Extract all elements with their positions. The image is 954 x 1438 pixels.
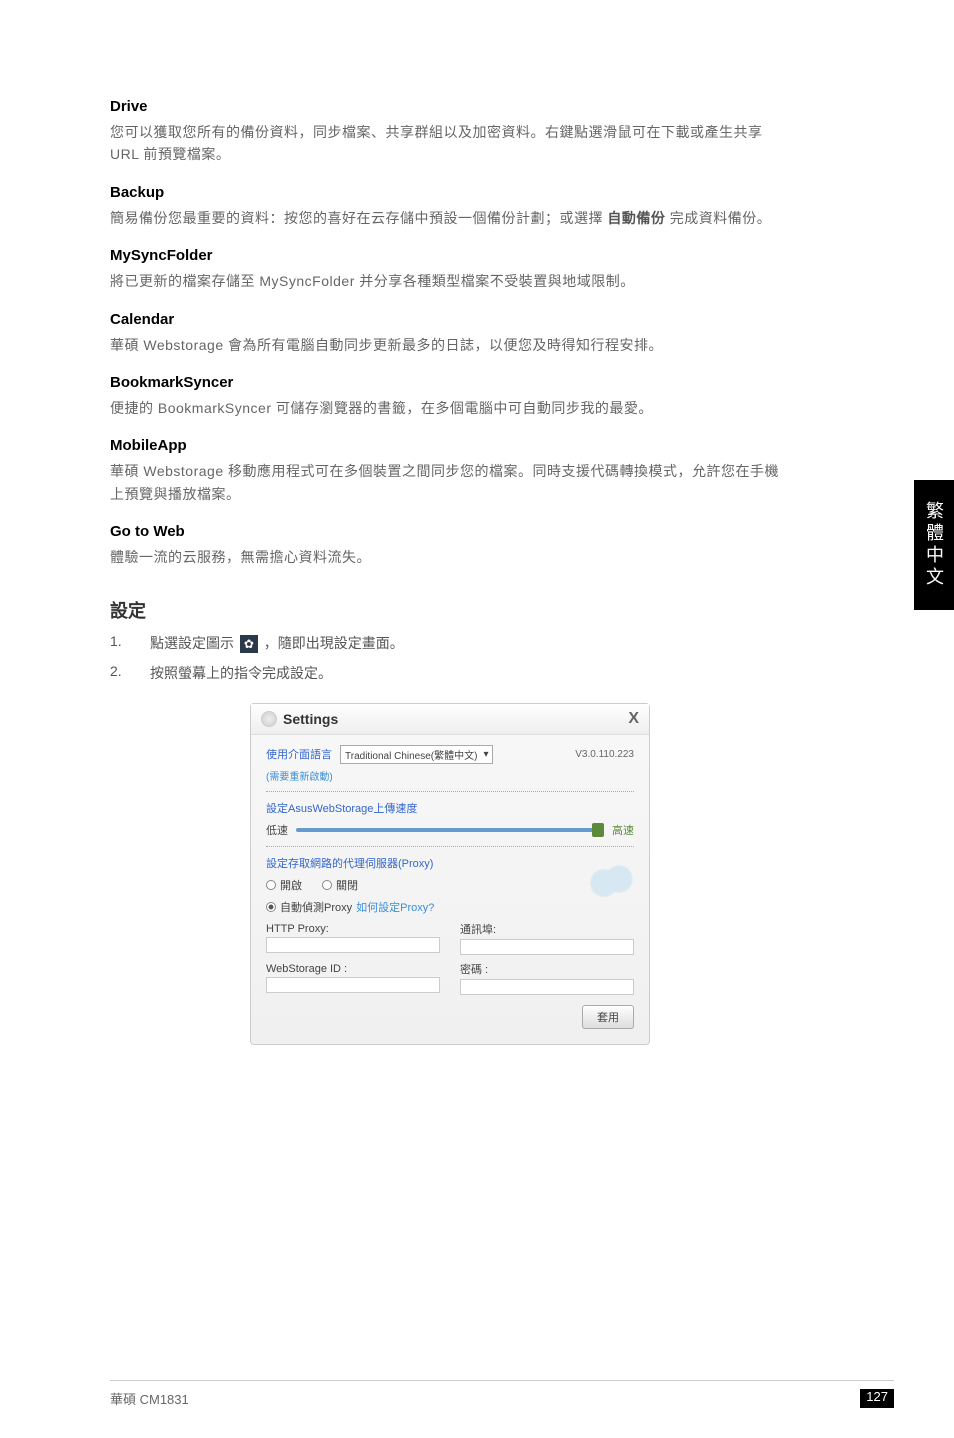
radio-open-label: 開啟: [280, 877, 302, 893]
radio-close-label: 關閉: [336, 877, 358, 893]
close-button[interactable]: X: [628, 710, 639, 728]
footer-left: 華碩 CM1831: [110, 1389, 189, 1408]
radio-icon: [322, 880, 332, 890]
language-side-tab: 繁體中文: [914, 480, 954, 610]
settings-heading: 設定: [110, 597, 790, 623]
webstorage-id-input[interactable]: [266, 977, 440, 993]
step-1: 點選設定圖示 ✿ ，隨即出現設定畫面。: [110, 633, 790, 653]
radio-icon: [266, 902, 276, 912]
proxy-help-link[interactable]: 如何設定Proxy?: [356, 899, 434, 915]
mobileapp-text: 華碩 Webstorage 移動應用程式可在多個裝置之間同步您的檔案。同時支援代…: [110, 460, 790, 505]
page-footer: 華碩 CM1831 127: [110, 1380, 894, 1408]
backup-text-part1: 簡易備份您最重要的資料：按您的喜好在云存儲中預設一個備份計劃；或選擇: [110, 210, 607, 226]
dialog-header: Settings X: [251, 704, 649, 735]
step-1-part2: ，隨即出現設定畫面。: [264, 635, 404, 651]
gotoweb-heading: Go to Web: [110, 523, 790, 540]
lang-value: Traditional Chinese(繁體中文): [345, 747, 477, 762]
drive-heading: Drive: [110, 98, 790, 115]
radio-auto-label: 自動偵測Proxy: [280, 899, 352, 915]
divider: [266, 791, 634, 792]
bookmarksyncer-heading: BookmarkSyncer: [110, 374, 790, 391]
slider-handle[interactable]: [592, 823, 604, 837]
divider: [266, 846, 634, 847]
backup-text-part2: 完成資料備份。: [665, 210, 771, 226]
upload-speed-label: 設定AsusWebStorage上傳速度: [266, 800, 634, 816]
port-input[interactable]: [460, 939, 634, 955]
dialog-gear-icon: [261, 711, 277, 727]
apply-button[interactable]: 套用: [582, 1005, 634, 1029]
slider-low-label: 低速: [266, 822, 288, 838]
slider-high-label: 高速: [612, 822, 634, 838]
settings-dialog: Settings X 使用介面語言 Traditional Chinese(繁體…: [250, 703, 650, 1045]
step-1-part1: 點選設定圖示: [150, 635, 238, 651]
restart-note: (需要重新啟動): [266, 768, 634, 783]
backup-heading: Backup: [110, 184, 790, 201]
bookmarksyncer-text: 便捷的 BookmarkSyncer 可儲存瀏覽器的書籤，在多個電腦中可自動同步…: [110, 397, 790, 419]
http-proxy-label: HTTP Proxy:: [266, 923, 440, 935]
drive-text: 您可以獲取您所有的備份資料，同步檔案、共享群組以及加密資料。右鍵點選滑鼠可在下載…: [110, 121, 790, 166]
webstorage-id-label: WebStorage ID :: [266, 963, 440, 975]
dialog-title: Settings: [283, 711, 338, 727]
mysyncfolder-text: 將已更新的檔案存儲至 MySyncFolder 并分享各種類型檔案不受裝置與地域…: [110, 270, 790, 292]
gotoweb-text: 體驗一流的云服務，無需擔心資料流失。: [110, 546, 790, 568]
radio-auto[interactable]: 自動偵測Proxy 如何設定Proxy?: [266, 899, 634, 915]
backup-text-bold: 自動備份: [607, 210, 665, 226]
gear-icon: ✿: [240, 635, 258, 653]
step-2: 按照螢幕上的指令完成設定。: [110, 663, 790, 683]
http-proxy-input[interactable]: [266, 937, 440, 953]
chevron-down-icon: ▾: [483, 749, 488, 760]
lang-label: 使用介面語言: [266, 746, 332, 762]
speed-slider[interactable]: [296, 828, 604, 832]
radio-close[interactable]: 關閉: [322, 877, 358, 893]
backup-text: 簡易備份您最重要的資料：按您的喜好在云存儲中預設一個備份計劃；或選擇 自動備份 …: [110, 207, 790, 229]
port-label: 通訊埠:: [460, 921, 634, 937]
password-label: 密碼 :: [460, 961, 634, 977]
calendar-heading: Calendar: [110, 311, 790, 328]
password-input[interactable]: [460, 979, 634, 995]
version-text: V3.0.110.223: [575, 749, 634, 760]
lang-select[interactable]: Traditional Chinese(繁體中文) ▾: [340, 745, 493, 764]
calendar-text: 華碩 Webstorage 會為所有電腦自動同步更新最多的日誌，以便您及時得知行…: [110, 334, 790, 356]
page-number: 127: [860, 1389, 894, 1408]
mysyncfolder-heading: MySyncFolder: [110, 247, 790, 264]
proxy-section-label: 設定存取網路的代理伺服器(Proxy): [266, 855, 634, 871]
radio-icon: [266, 880, 276, 890]
mobileapp-heading: MobileApp: [110, 437, 790, 454]
cloud-decoration: [589, 859, 639, 899]
radio-open[interactable]: 開啟: [266, 877, 302, 893]
